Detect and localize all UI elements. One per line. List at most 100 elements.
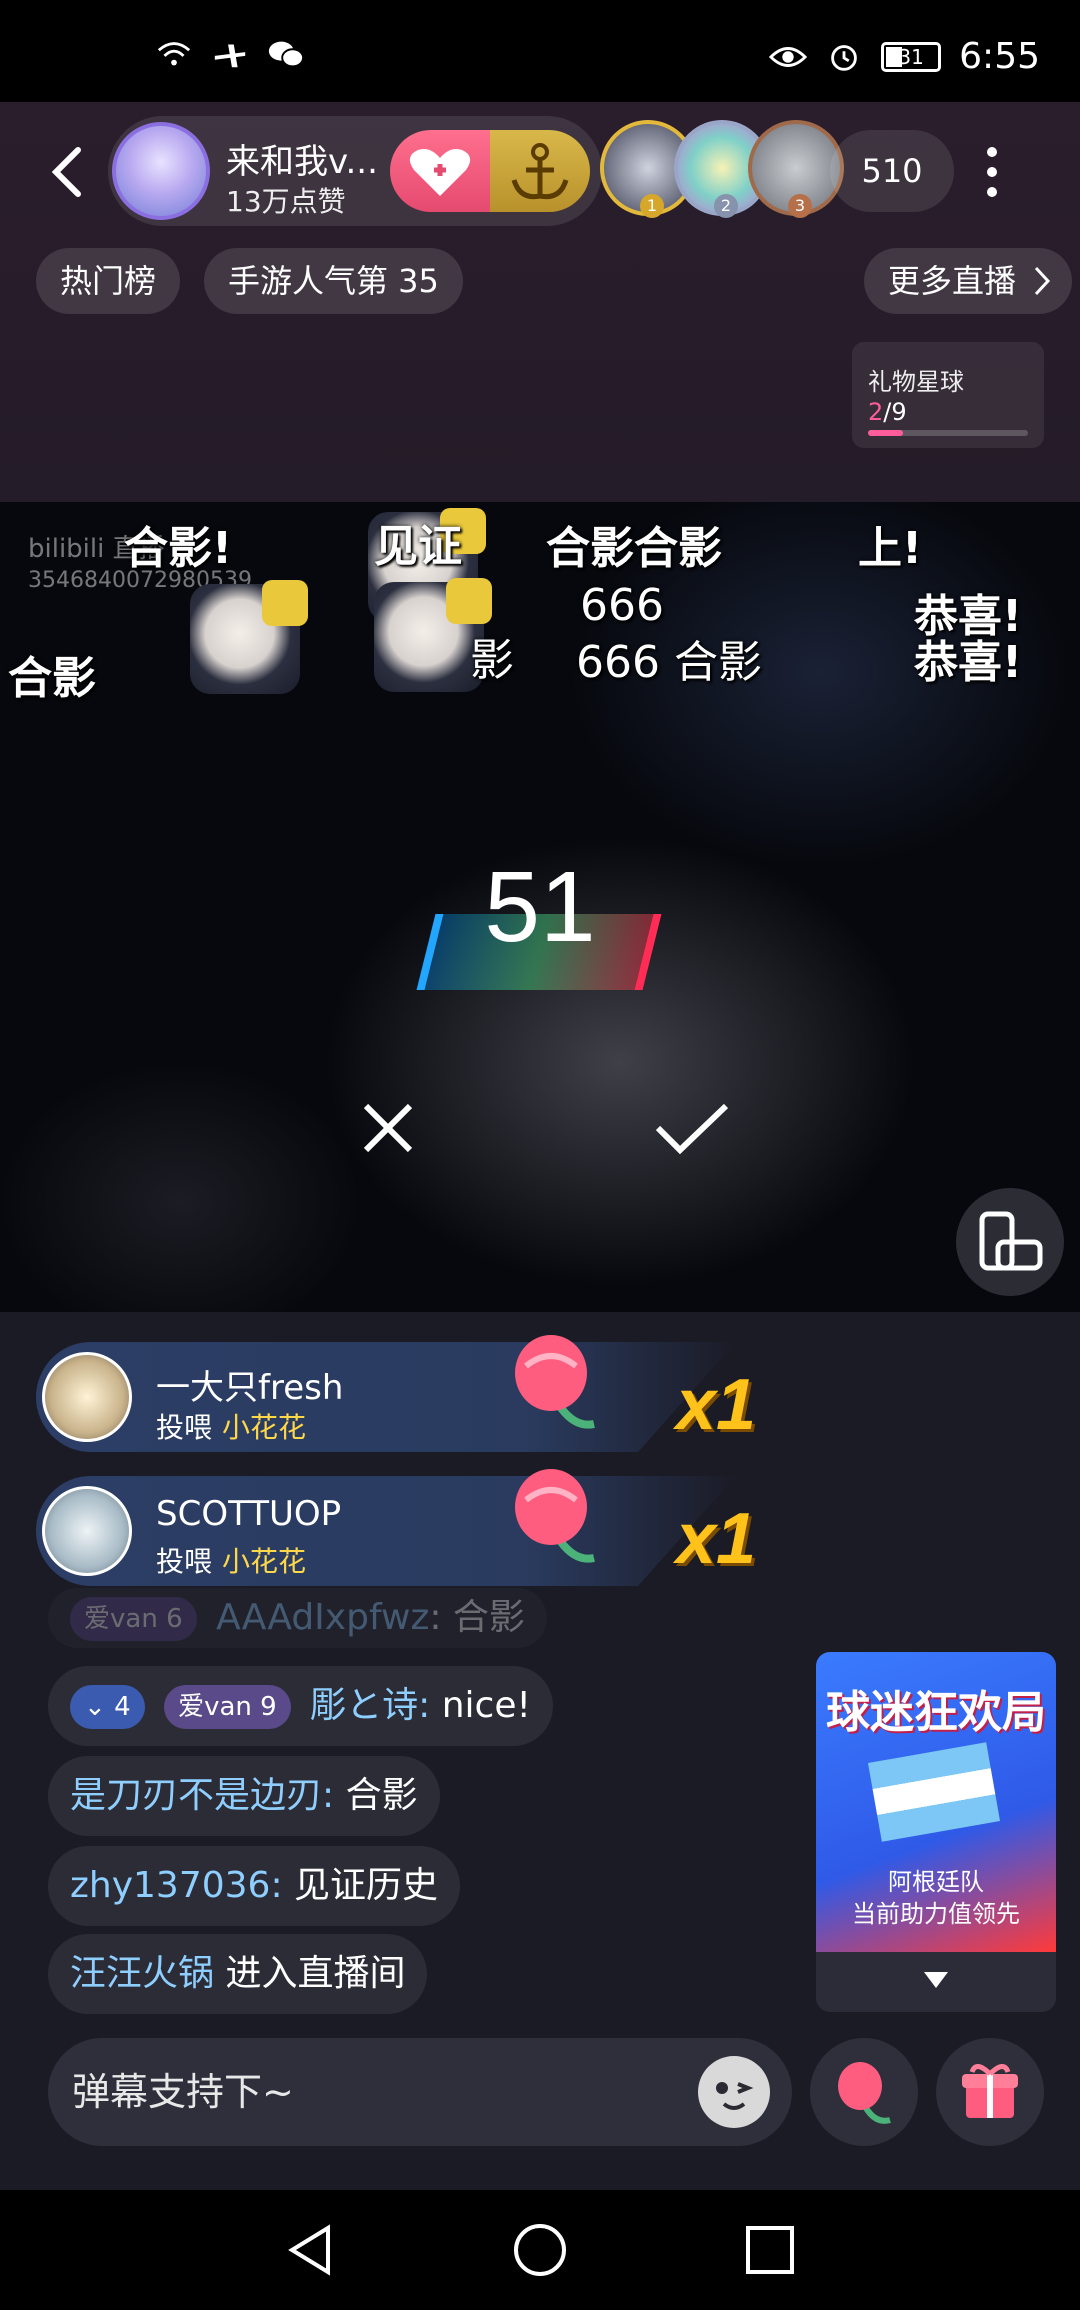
promo-banner[interactable]: 球迷狂欢局 阿根廷队 当前助力值领先	[816, 1652, 1056, 2012]
alarm-icon	[831, 44, 857, 71]
chat-text: 合影	[452, 1597, 525, 1638]
chat-message[interactable]: 爱van 6 AAAdIxpfwz: 合影	[48, 1588, 547, 1648]
back-button[interactable]	[42, 142, 92, 202]
wechat-icon	[268, 41, 305, 68]
check-icon[interactable]	[652, 1098, 732, 1158]
host-likes: 13万点赞	[226, 185, 346, 218]
rank-badge: 3	[788, 194, 812, 218]
more-options-icon[interactable]	[980, 142, 1004, 202]
chat-username[interactable]: 是刀刃不是边刃:	[70, 1775, 334, 1816]
chat-message[interactable]: ⌄ 4 爱van 9 彫と诗: nice!	[48, 1666, 553, 1746]
more-live-label: 更多直播	[888, 262, 1017, 300]
gift-sender-name: 一大只fresh	[156, 1368, 344, 1408]
live-video[interactable]: bilibili 直播 3546840072980539 合影! 见证 合影合影…	[0, 502, 1080, 1312]
tag-hot-list[interactable]: 热门榜	[36, 248, 181, 314]
chat-message[interactable]: 汪汪火锅 进入直播间	[48, 1934, 428, 2014]
follow-button[interactable]	[390, 130, 490, 212]
chat-text: nice!	[430, 1685, 531, 1726]
host-name: 来和我v...	[226, 142, 378, 182]
chat-username[interactable]: 汪汪火锅	[70, 1953, 214, 1994]
rank-badge: 1	[640, 194, 664, 218]
fan-badge: 爱van 6	[70, 1597, 197, 1641]
emoji-button[interactable]	[698, 2056, 770, 2128]
collapse-arrow-icon[interactable]	[922, 1970, 950, 1990]
battery-level: 31	[898, 44, 924, 69]
chat-username[interactable]: 彫と诗:	[310, 1685, 430, 1726]
rose-gift-icon	[515, 1335, 595, 1429]
gift-action: 投喂 小花花	[156, 1411, 307, 1444]
gift-notification: SCOTTUOP 投喂 小花花 x1	[36, 1469, 756, 1586]
clock: 6:55	[959, 36, 1040, 77]
gift-button[interactable]	[936, 2038, 1044, 2146]
chat-text: 合影	[334, 1775, 418, 1816]
battery-icon: 31	[881, 41, 942, 72]
fan-club-button[interactable]	[490, 130, 590, 212]
home-nav-icon[interactable]	[512, 2222, 568, 2278]
gift-action: 投喂 小花花	[156, 1545, 307, 1578]
chat-text: 见证历史	[282, 1865, 439, 1906]
eye-icon	[769, 46, 808, 67]
danmaku-input-placeholder: 弹幕支持下~	[72, 2070, 294, 2114]
live-header: 来和我v... 13万点赞 1 2 3 510 热门榜 手游人气第 35 更多直…	[0, 102, 1080, 502]
rotate-screen-button[interactable]	[956, 1188, 1064, 1296]
gift-planet-widget[interactable]: 礼物星球 2/9	[852, 342, 1044, 448]
gift-planet-progress-text: 2/9	[868, 398, 907, 426]
danmaku: 上!	[858, 523, 923, 574]
gift-planet-progress-bar	[868, 430, 1028, 436]
countdown-number: 51	[484, 851, 596, 963]
heart-plus-icon	[409, 149, 471, 196]
danmaku: 影	[470, 635, 514, 686]
tag-popularity-rank[interactable]: 手游人气第 35	[204, 248, 463, 314]
promo-team: 阿根廷队	[888, 1868, 984, 1896]
danmaku: 合影	[8, 653, 96, 704]
fan-badge: 爱van 9	[164, 1685, 291, 1729]
danmaku: 合影!	[124, 523, 233, 574]
argentina-flag-icon	[867, 1742, 1001, 1842]
close-icon[interactable]	[358, 1098, 418, 1158]
danmaku: 合影合影	[546, 523, 722, 574]
gift-sender-name: SCOTTUOP	[156, 1494, 342, 1534]
emoji-icon	[716, 2082, 754, 2110]
recents-nav-icon[interactable]	[742, 2222, 798, 2278]
anchor-icon	[511, 143, 569, 200]
chat-text: 进入直播间	[214, 1953, 406, 1994]
gift-count: x1	[676, 1499, 757, 1579]
avatar[interactable]	[42, 1486, 132, 1576]
airplane-icon	[214, 44, 246, 68]
rotate-screen-icon	[979, 1211, 1043, 1271]
danmaku-sticker	[374, 578, 492, 692]
host-avatar[interactable]	[112, 122, 210, 220]
chat-username[interactable]: AAAdIxpfwz	[216, 1597, 429, 1638]
danmaku: 666	[580, 580, 664, 631]
status-bar: 31 6:55	[0, 0, 1080, 102]
promo-banner-image[interactable]: 球迷狂欢局 阿根廷队 当前助力值领先	[816, 1652, 1056, 1952]
rose-icon	[838, 2062, 891, 2124]
danmaku: 见证	[374, 521, 462, 572]
danmaku: 666 合影	[576, 637, 762, 688]
more-live-button[interactable]: 更多直播	[864, 248, 1073, 314]
host-info[interactable]: 来和我v... 13万点赞	[108, 116, 602, 226]
gift-planet-total: /9	[883, 398, 907, 426]
back-nav-icon[interactable]	[282, 2222, 338, 2278]
top-viewers[interactable]: 1 2 3	[600, 120, 844, 220]
send-rose-button[interactable]	[810, 2038, 918, 2146]
chat-message[interactable]: 是刀刃不是边刃: 合影	[48, 1756, 440, 1836]
system-navigation-bar	[0, 2190, 1080, 2310]
gift-count: x1	[676, 1365, 757, 1445]
rose-gift-icon	[515, 1469, 595, 1563]
danmaku-input[interactable]: 弹幕支持下~	[48, 2038, 792, 2146]
gift-planet-current: 2	[868, 398, 884, 426]
danmaku: 恭喜!	[914, 637, 1023, 688]
chat-username[interactable]: zhy137036:	[70, 1865, 283, 1906]
avatar[interactable]	[42, 1352, 132, 1442]
chat-message[interactable]: zhy137036: 见证历史	[48, 1846, 461, 1926]
gift-planet-title: 礼物星球	[868, 368, 964, 396]
rank-badge: 2	[714, 194, 738, 218]
promo-status: 当前助力值领先	[852, 1900, 1020, 1928]
viewer-count[interactable]: 510	[830, 130, 954, 212]
promo-title: 球迷狂欢局	[826, 1687, 1046, 1738]
danmaku-sticker	[190, 580, 308, 694]
wifi-icon	[157, 42, 191, 66]
gift-planet-progress-fill	[868, 430, 904, 436]
chevron-right-icon	[1034, 266, 1051, 296]
